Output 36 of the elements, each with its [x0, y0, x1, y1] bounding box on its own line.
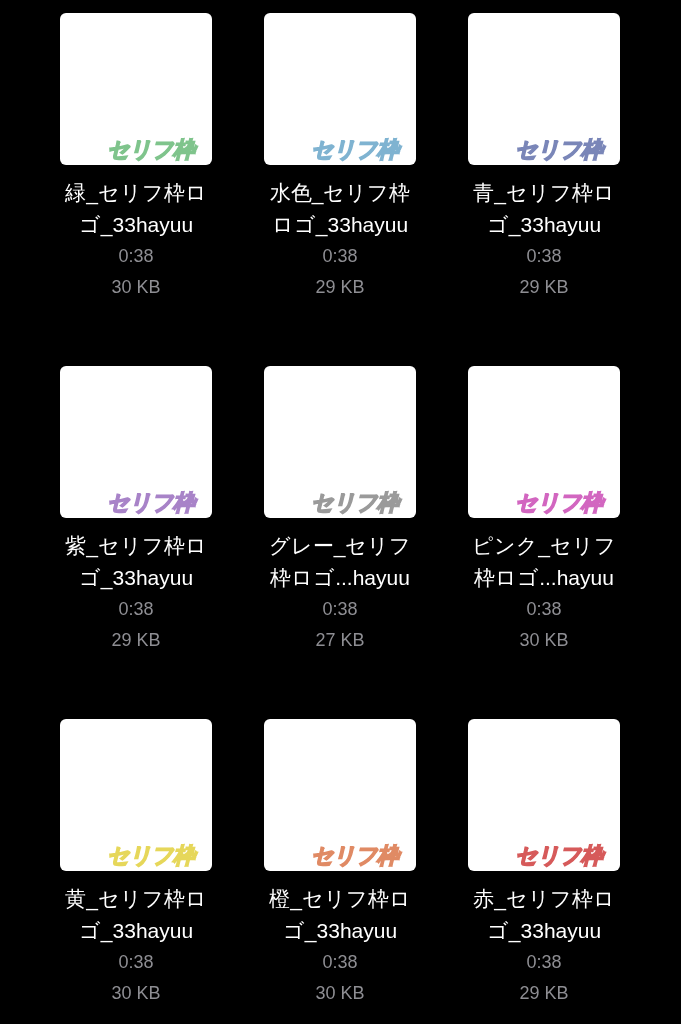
file-duration: 0:38 — [118, 951, 154, 974]
file-duration: 0:38 — [322, 245, 358, 268]
file-size: 30 KB — [315, 982, 365, 1005]
file-size: 29 KB — [519, 982, 569, 1005]
file-size: 27 KB — [315, 629, 365, 652]
file-size: 29 KB — [315, 276, 365, 299]
file-thumbnail[interactable]: セリフ枠 — [60, 366, 212, 518]
file-thumbnail[interactable]: セリフ枠 — [264, 719, 416, 871]
file-thumbnail[interactable]: セリフ枠 — [264, 366, 416, 518]
file-duration: 0:38 — [118, 598, 154, 621]
file-size: 30 KB — [111, 982, 161, 1005]
file-thumbnail[interactable]: セリフ枠 — [60, 13, 212, 165]
file-duration: 0:38 — [526, 245, 562, 268]
file-name: グレー_セリフ枠ロゴ...hayuu — [267, 533, 413, 591]
file-name: ピンク_セリフ枠ロゴ...hayuu — [471, 533, 617, 591]
file-thumbnail[interactable]: セリフ枠 — [264, 13, 416, 165]
file-name: 黄_セリフ枠ロゴ_33hayuu — [64, 886, 208, 945]
file-size: 29 KB — [111, 629, 161, 652]
file-size: 29 KB — [519, 276, 569, 299]
file-duration: 0:38 — [526, 951, 562, 974]
file-thumbnail[interactable]: セリフ枠 — [468, 13, 620, 165]
file-name: 水色_セリフ枠ロゴ_33hayuu — [268, 180, 412, 239]
file-thumbnail[interactable]: セリフ枠 — [468, 719, 620, 871]
file-name: 紫_セリフ枠ロゴ_33hayuu — [64, 533, 208, 592]
file-size: 30 KB — [519, 629, 569, 652]
file-size: 30 KB — [111, 276, 161, 299]
file-thumbnail[interactable]: セリフ枠 — [468, 366, 620, 518]
file-thumbnail[interactable]: セリフ枠 — [60, 719, 212, 871]
file-name: 青_セリフ枠ロゴ_33hayuu — [472, 180, 616, 239]
file-duration: 0:38 — [526, 598, 562, 621]
file-name: 赤_セリフ枠ロゴ_33hayuu — [472, 886, 616, 945]
file-name: 橙_セリフ枠ロゴ_33hayuu — [268, 886, 412, 945]
file-name: 緑_セリフ枠ロゴ_33hayuu — [64, 180, 208, 239]
file-duration: 0:38 — [322, 598, 358, 621]
file-duration: 0:38 — [322, 951, 358, 974]
file-duration: 0:38 — [118, 245, 154, 268]
